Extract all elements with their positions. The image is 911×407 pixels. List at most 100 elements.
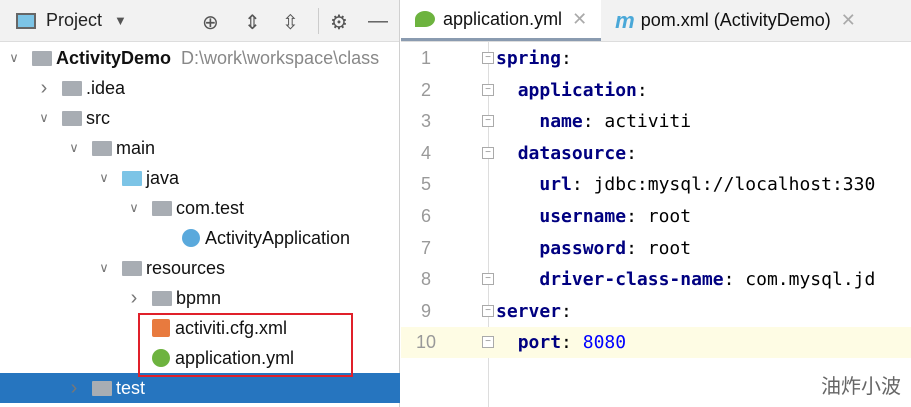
folder-icon [62, 80, 82, 96]
chevron-down-icon[interactable]: ∨ [34, 110, 54, 126]
spring-class-icon [182, 229, 200, 247]
yaml-value: jdbc:mysql://localhost:330 [593, 174, 876, 196]
collapse-all-icon[interactable]: ⇳ [282, 10, 299, 35]
yaml-key: application [517, 79, 637, 101]
line-number: 7 [420, 237, 431, 258]
fold-marker-icon[interactable]: − [482, 336, 494, 349]
tree-item-label: src [86, 107, 110, 128]
tree-item-label: main [116, 137, 156, 158]
fold-marker-icon[interactable]: − [482, 273, 494, 286]
chevron-down-icon[interactable]: ∨ [64, 140, 84, 156]
code-line: 4 datasource: [401, 138, 911, 169]
line-number: 4 [420, 142, 431, 163]
line-number: 10 [415, 332, 437, 353]
code-line: 10 port: 8080 [401, 327, 911, 359]
project-view-icon [16, 12, 36, 29]
project-view-selector[interactable]: Project [46, 10, 102, 31]
yaml-key: username [539, 206, 627, 227]
module-folder-icon [32, 50, 52, 66]
yaml-value: root [647, 206, 692, 227]
highlight-box [138, 313, 353, 377]
tab-pom-xml[interactable]: m pom.xml (ActivityDemo) ✕ [601, 0, 870, 41]
code-line: 2 application: [401, 75, 911, 106]
package-icon [152, 200, 172, 216]
yaml-value: com.mysql.jd [745, 269, 876, 291]
line-number: 2 [420, 79, 431, 100]
yaml-key: driver-class-name [539, 269, 724, 291]
code-line: 5 url: jdbc:mysql://localhost:330 [401, 169, 911, 200]
project-path: D:\work\workspace\class [181, 47, 380, 68]
fold-marker-icon[interactable]: − [482, 83, 494, 96]
watermark: 油炸小波 [821, 376, 901, 398]
code-line: 6 username: root [401, 201, 911, 232]
yaml-key: datasource [517, 142, 627, 164]
tree-item[interactable]: › test [0, 373, 400, 403]
yaml-value: activiti [604, 111, 692, 133]
tab-application-yml[interactable]: application.yml ✕ [401, 0, 602, 41]
tree-item[interactable]: › bpmn [0, 283, 400, 313]
code-line: 3 name: activiti [401, 106, 911, 137]
code-line: 1 spring: [401, 43, 911, 74]
folder-icon [92, 140, 112, 156]
editor: application.yml ✕ m pom.xml (ActivityDem… [401, 0, 911, 407]
tree-item-label: .idea [86, 77, 126, 98]
folder-icon [152, 290, 172, 306]
line-number: 5 [420, 174, 431, 195]
chevron-right-icon[interactable]: › [124, 287, 144, 310]
close-icon[interactable]: ✕ [841, 10, 856, 31]
expand-all-icon[interactable]: ⇕ [244, 10, 261, 35]
code-line: 7 password: root [401, 233, 911, 264]
line-number: 8 [420, 269, 431, 290]
tree-item[interactable]: ∨ com.test [0, 193, 400, 223]
tree-item-label: ActivityApplication [205, 227, 351, 248]
folder-icon [62, 110, 82, 126]
editor-tabs: application.yml ✕ m pom.xml (ActivityDem… [401, 0, 911, 42]
tree-item[interactable]: ∨ main [0, 133, 400, 163]
tree-item[interactable]: › .idea [0, 73, 400, 103]
fold-marker-icon[interactable]: − [482, 304, 494, 317]
yaml-key: spring [496, 48, 562, 69]
yaml-key: password [539, 237, 627, 259]
code-line: 8 driver-class-name: com.mysql.jd [401, 264, 911, 295]
tree-item[interactable]: ∨ java [0, 163, 400, 193]
line-number: 9 [420, 300, 431, 321]
line-number: 3 [420, 111, 431, 132]
tree-item[interactable]: ∨ src [0, 103, 400, 133]
tree-item[interactable]: ActivityApplication [0, 223, 400, 253]
fold-marker-icon[interactable]: − [482, 146, 494, 159]
minimize-icon[interactable]: — [368, 10, 388, 33]
yml-file-icon [415, 11, 435, 27]
tree-item-label: com.test [176, 197, 245, 218]
chevron-down-icon[interactable]: ∨ [94, 170, 114, 186]
chevron-down-icon[interactable]: ∨ [94, 260, 114, 276]
gear-icon[interactable]: ⚙ [330, 10, 348, 35]
fold-marker-icon[interactable]: − [482, 52, 494, 64]
resources-folder-icon [122, 260, 142, 276]
locate-icon[interactable]: ⊕ [202, 10, 219, 35]
project-panel: Project ▼ ⊕ ⇕ ⇳ ⚙ — ∨ ActivityDemo D:\work… [0, 0, 400, 407]
chevron-right-icon[interactable]: › [34, 77, 54, 100]
close-icon[interactable]: ✕ [572, 9, 587, 30]
source-folder-icon [122, 170, 142, 186]
chevron-down-icon[interactable]: ▼ [114, 13, 127, 28]
yaml-value: 8080 [582, 332, 627, 354]
tree-item[interactable]: ∨ ActivityDemo D:\work\workspace\class [0, 43, 400, 73]
fold-marker-icon[interactable]: − [482, 115, 494, 128]
yaml-key: name [539, 111, 583, 133]
chevron-right-icon[interactable]: › [64, 377, 84, 400]
tree-item[interactable]: ∨ resources [0, 253, 400, 283]
line-number: 6 [420, 206, 431, 226]
yaml-value: root [647, 237, 692, 259]
chevron-down-icon[interactable]: ∨ [4, 50, 24, 66]
yaml-key: url [539, 174, 572, 196]
chevron-down-icon[interactable]: ∨ [124, 200, 144, 216]
tree-item-label: ActivityDemo [56, 47, 172, 68]
yaml-key: server [496, 300, 562, 322]
tree-item-label: test [116, 377, 146, 398]
